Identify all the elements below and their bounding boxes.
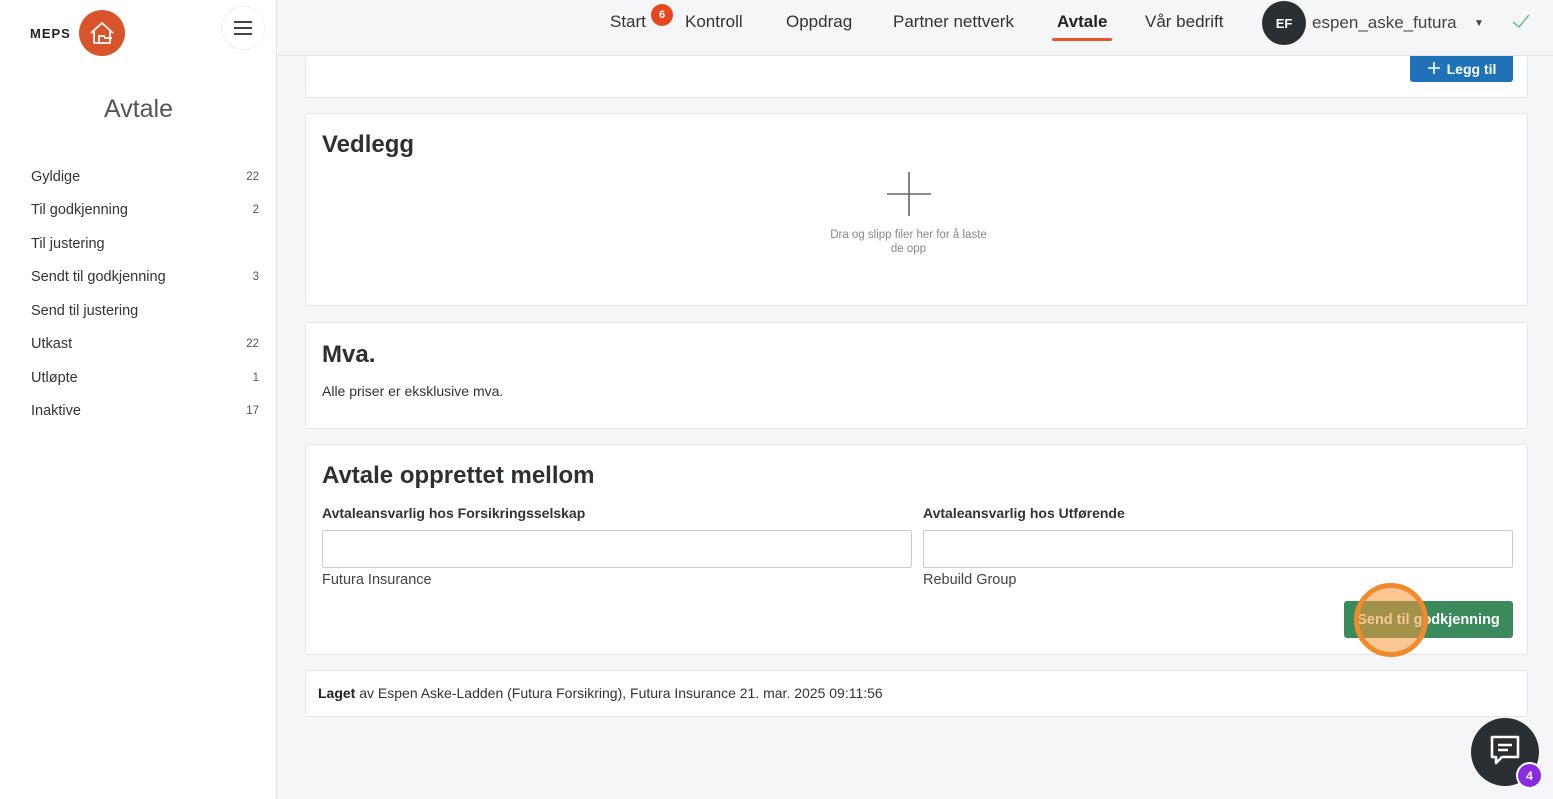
vedlegg-card: Vedlegg Dra og slipp filer her for å las… [305,113,1528,306]
logo-text: MEPS [30,25,71,41]
nav-var-bedrift[interactable]: Vår bedrift [1145,12,1223,32]
sidebar-list: Gyldige 22 Til godkjenning 2 Til justering… [31,160,259,428]
start-badge: 6 [651,4,673,26]
mva-text: Alle priser er eksklusive mva. [322,383,504,399]
sidebar-title: Avtale [103,95,174,123]
caret-down-icon[interactable]: ▼ [1474,18,1484,29]
contractor-company: Rebuild Group [923,572,1017,588]
send-for-approval-button[interactable]: Send til godkjenning [1344,601,1513,638]
nav-start[interactable]: Start [610,12,646,32]
sidebar-item-utkast[interactable]: Utkast 22 [31,328,259,362]
mva-card: Mva. Alle priser er eksklusive mva. [305,322,1528,429]
top-nav: Start 6 Kontroll Oppdrag Partner nettver… [278,0,1553,56]
sidebar-item-count: 22 [246,170,259,183]
check-icon [1510,10,1532,37]
sidebar-item-label: Send til justering [31,302,139,319]
insurer-contact-label: Avtaleansvarlig hos Forsikringsselskap [322,505,586,521]
menu-toggle-button[interactable] [221,6,265,50]
chat-badge: 4 [1516,762,1543,789]
add-button[interactable]: Legg til [1410,56,1513,82]
nav-partner-nettverk[interactable]: Partner nettverk [893,12,1014,32]
hamburger-icon-line [234,33,252,35]
nav-kontroll[interactable]: Kontroll [685,12,743,32]
sidebar-item-label: Gyldige [31,168,81,185]
sidebar-item-count: 3 [252,271,259,284]
sidebar-item-label: Utkast [31,336,73,353]
created-info: Laget av Espen Aske-Ladden (Futura Forsi… [318,685,883,701]
sidebar-item-count: 1 [252,371,259,384]
nav-active-indicator [1052,38,1112,41]
sidebar-item-count: 2 [252,204,259,217]
sidebar-item-inaktive[interactable]: Inaktive 17 [31,395,259,429]
sidebar-item-label: Til godkjenning [31,202,128,219]
sidebar-item-til-godkjenning[interactable]: Til godkjenning 2 [31,194,259,228]
logo[interactable]: MEPS [30,10,125,56]
top-card: Legg til [305,56,1528,98]
sidebar-item-sendt-til-godkjenning[interactable]: Sendt til godkjenning 3 [31,261,259,295]
hamburger-icon-line [234,21,252,23]
insurer-company: Futura Insurance [322,572,432,588]
sidebar-item-send-til-justering[interactable]: Send til justering [31,294,259,328]
sidebar-item-label: Utløpte [31,369,78,386]
sidebar-item-count: 17 [246,405,259,418]
plus-icon [1427,61,1441,78]
contractor-contact-input[interactable] [923,530,1513,568]
sidebar: MEPS Avtale Gyldige 22 Til godkjenning 2 T… [0,0,277,799]
file-drop-zone[interactable]: Dra og slipp filer her for å laste de op… [826,169,991,256]
house-icon [78,10,125,56]
sidebar-item-count: 22 [246,338,259,351]
avatar[interactable]: EF [1262,1,1306,45]
mva-title: Mva. [322,341,376,368]
created-card: Laget av Espen Aske-Ladden (Futura Forsi… [305,670,1528,717]
insurer-contact-input[interactable] [322,530,912,568]
sidebar-item-label: Sendt til godkjenning [31,269,166,286]
chat-icon [1488,733,1522,772]
nav-oppdrag[interactable]: Oppdrag [786,12,852,32]
plus-icon [884,172,934,223]
contractor-contact-label: Avtaleansvarlig hos Utførende [923,505,1125,521]
created-prefix: Laget [318,685,356,701]
agreement-card: Avtale opprettet mellom Avtaleansvarlig … [305,444,1528,657]
nav-avtale[interactable]: Avtale [1057,12,1107,32]
hamburger-icon-line [234,27,252,29]
username[interactable]: espen_aske_futura [1312,13,1457,33]
drop-zone-text: Dra og slipp filer her for å laste de op… [830,229,987,255]
sidebar-item-utlopte[interactable]: Utløpte 1 [31,361,259,395]
sidebar-item-label: Til justering [31,235,105,252]
sidebar-item-til-justering[interactable]: Til justering [31,227,259,261]
vedlegg-title: Vedlegg [322,131,415,158]
sidebar-item-gyldige[interactable]: Gyldige 22 [31,160,259,194]
sidebar-item-label: Inaktive [31,403,81,420]
created-details: av Espen Aske-Ladden (Futura Forsikring)… [355,685,883,701]
agreement-title: Avtale opprettet mellom [322,462,595,489]
add-button-label: Legg til [1446,61,1497,77]
